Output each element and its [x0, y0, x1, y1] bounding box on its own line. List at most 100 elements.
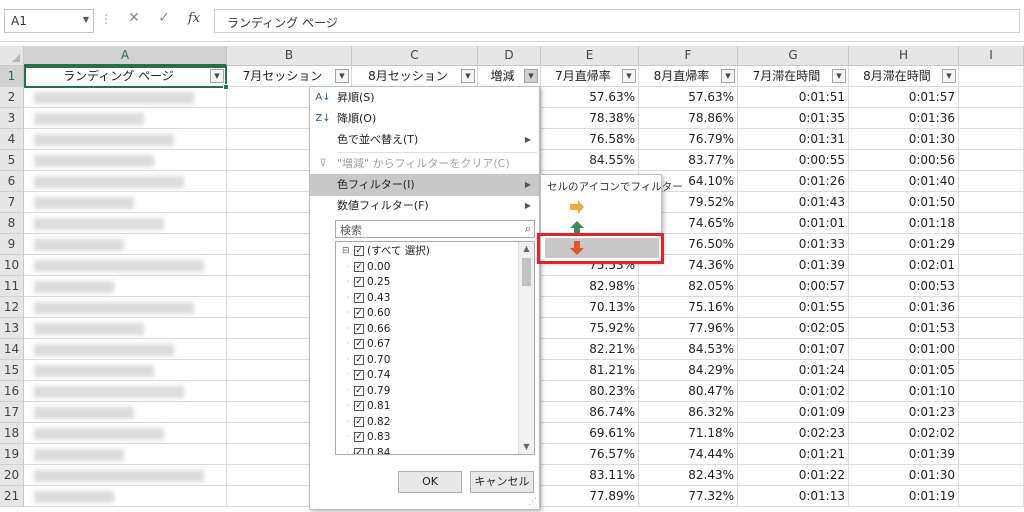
data-cell[interactable]: 0:01:31	[738, 129, 849, 150]
header-cell[interactable]: 7月滞在時間 ▼	[738, 66, 849, 87]
data-cell[interactable]: 0:01:05	[849, 360, 959, 381]
data-cell[interactable]: 0:01:35	[738, 108, 849, 129]
ok-button[interactable]: OK	[398, 471, 462, 493]
data-cell[interactable]: 83.77%	[639, 150, 738, 171]
data-cell[interactable]: 78.86%	[639, 108, 738, 129]
filter-value-item[interactable]: · ✓ 0.79	[336, 384, 516, 399]
empty-cell[interactable]	[959, 339, 1024, 360]
column-header-i[interactable]: I	[959, 46, 1024, 66]
data-cell[interactable]: 0:00:55	[738, 150, 849, 171]
empty-cell[interactable]	[959, 276, 1024, 297]
data-cell[interactable]: 57.63%	[541, 87, 639, 108]
data-cell[interactable]: 82.21%	[541, 339, 639, 360]
row-header[interactable]: 3	[0, 108, 24, 129]
cancel-entry-icon[interactable]: ✕	[124, 10, 144, 26]
row-header[interactable]: 9	[0, 234, 24, 255]
data-cell[interactable]: 0:02:02	[849, 423, 959, 444]
checkbox[interactable]: ✓	[354, 416, 364, 427]
filter-by-green-arrow[interactable]	[545, 218, 659, 238]
data-cell[interactable]: 0:01:13	[738, 486, 849, 507]
data-cell[interactable]: 0:02:01	[849, 255, 959, 276]
filter-value-item[interactable]: · ✓ 0.83	[336, 430, 516, 445]
data-cell[interactable]: 80.23%	[541, 381, 639, 402]
row-header[interactable]: 15	[0, 360, 24, 381]
data-cell[interactable]: 0:01:43	[738, 192, 849, 213]
filter-dropdown-button[interactable]: ▼	[461, 69, 475, 83]
column-header-e[interactable]: E	[541, 46, 639, 66]
data-cell[interactable]: 84.55%	[541, 150, 639, 171]
data-cell[interactable]: 0:00:57	[738, 276, 849, 297]
empty-cell[interactable]	[959, 423, 1024, 444]
filter-dropdown-button[interactable]: ▼	[622, 69, 636, 83]
filter-by-red-arrow[interactable]	[545, 238, 659, 258]
checkbox[interactable]: ✓	[354, 385, 364, 396]
filter-value-item[interactable]: · ✓ 0.25	[336, 275, 516, 290]
data-cell[interactable]: 0:01:36	[849, 108, 959, 129]
data-cell[interactable]: 0:02:23	[738, 423, 849, 444]
data-cell[interactable]: 0:01:21	[738, 444, 849, 465]
data-cell[interactable]: 0:01:55	[738, 297, 849, 318]
data-cell[interactable]: 0:01:10	[849, 381, 959, 402]
empty-cell[interactable]	[959, 465, 1024, 486]
data-cell[interactable]: 86.74%	[541, 402, 639, 423]
data-cell[interactable]: 76.58%	[541, 129, 639, 150]
data-cell[interactable]: 75.16%	[639, 297, 738, 318]
filter-value-item[interactable]: · ✓ 0.82	[336, 415, 516, 430]
row-header[interactable]: 17	[0, 402, 24, 423]
checkbox[interactable]: ✓	[354, 261, 364, 272]
data-cell[interactable]: 0:00:53	[849, 276, 959, 297]
data-cell[interactable]: 80.47%	[639, 381, 738, 402]
filter-value-item[interactable]: · ✓ 0.81	[336, 399, 516, 414]
data-cell[interactable]: 0:01:01	[738, 213, 849, 234]
data-cell[interactable]: 57.63%	[639, 87, 738, 108]
filter-value-item[interactable]: · ✓ 0.84	[336, 446, 516, 454]
column-header-d[interactable]: D	[478, 46, 541, 66]
data-cell[interactable]: 0:01:18	[849, 213, 959, 234]
row-header[interactable]: 11	[0, 276, 24, 297]
row-header[interactable]: 5	[0, 150, 24, 171]
scroll-up-icon[interactable]: ▲	[519, 242, 534, 256]
row-header[interactable]: 19	[0, 444, 24, 465]
checkbox[interactable]: ✓	[354, 370, 364, 380]
data-cell[interactable]: 78.38%	[541, 108, 639, 129]
header-cell[interactable]: 8月滞在時間 ▼	[849, 66, 959, 87]
empty-cell[interactable]	[959, 318, 1024, 339]
empty-cell[interactable]	[959, 297, 1024, 318]
sort-ascending-item[interactable]: A↓ 昇順(S)	[310, 87, 539, 109]
empty-cell[interactable]	[959, 255, 1024, 276]
data-cell[interactable]: 0:01:30	[849, 465, 959, 486]
scroll-down-icon[interactable]: ▼	[519, 440, 534, 454]
data-cell[interactable]: 69.61%	[541, 423, 639, 444]
data-cell[interactable]: 70.13%	[541, 297, 639, 318]
empty-cell[interactable]	[959, 444, 1024, 465]
row-header[interactable]: 12	[0, 297, 24, 318]
checkbox[interactable]: ✓	[354, 432, 364, 442]
data-cell[interactable]: 0:01:23	[849, 402, 959, 423]
filter-dropdown-button[interactable]: ▼	[335, 69, 349, 83]
formula-input[interactable]: ランディング ページ	[214, 9, 1020, 33]
checkbox[interactable]: ✓	[354, 292, 364, 303]
row-header[interactable]: 2	[0, 87, 24, 108]
empty-cell[interactable]	[959, 381, 1024, 402]
data-cell[interactable]: 0:00:56	[849, 150, 959, 171]
cancel-button[interactable]: キャンセル	[470, 471, 534, 493]
data-cell[interactable]: 0:01:40	[849, 171, 959, 192]
data-cell[interactable]: 81.21%	[541, 360, 639, 381]
column-header-f[interactable]: F	[639, 46, 738, 66]
data-cell[interactable]: 0:01:29	[849, 234, 959, 255]
color-filter-item[interactable]: 色フィルター(I) ▶	[310, 174, 539, 196]
data-cell[interactable]: 0:01:02	[738, 381, 849, 402]
number-filter-item[interactable]: 数値フィルター(F) ▶	[310, 195, 539, 217]
row-header[interactable]: 4	[0, 129, 24, 150]
data-cell[interactable]: 76.79%	[639, 129, 738, 150]
checkbox[interactable]: ✓	[354, 277, 364, 287]
row-header[interactable]: 1	[0, 66, 24, 87]
scrollbar-thumb[interactable]	[522, 258, 531, 286]
data-cell[interactable]: 71.18%	[639, 423, 738, 444]
column-header-h[interactable]: H	[849, 46, 959, 66]
data-cell[interactable]: 0:01:53	[849, 318, 959, 339]
data-cell[interactable]: 0:01:51	[738, 87, 849, 108]
data-cell[interactable]: 82.43%	[639, 465, 738, 486]
data-cell[interactable]: 84.53%	[639, 339, 738, 360]
filter-by-yellow-arrow[interactable]	[545, 197, 659, 217]
